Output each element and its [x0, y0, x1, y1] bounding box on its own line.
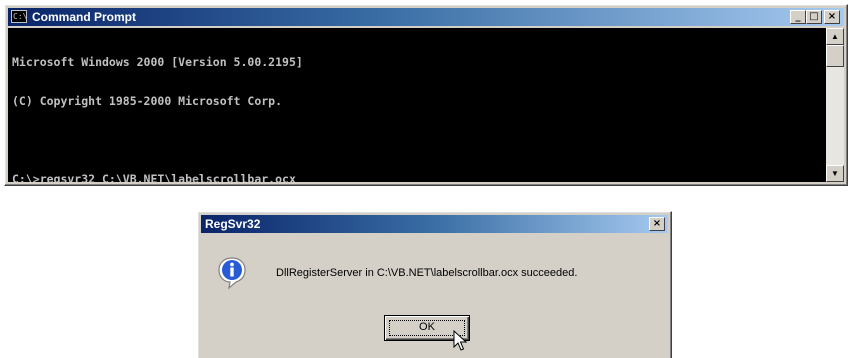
- dialog-message: DllRegisterServer in C:\VB.NET\labelscro…: [276, 267, 578, 279]
- scroll-down-button[interactable]: ▼: [826, 165, 844, 182]
- command-prompt-window: C:\ Command Prompt _ □ × Microsoft Windo…: [4, 4, 848, 186]
- dialog-title: RegSvr32: [205, 217, 261, 231]
- regsvr32-dialog: RegSvr32 × DllRegisterServer in C:\VB.NE…: [197, 211, 672, 358]
- console-line: (C) Copyright 1985-2000 Microsoft Corp.: [12, 94, 283, 108]
- scroll-up-button[interactable]: ▲: [826, 28, 844, 45]
- information-icon: [218, 257, 246, 290]
- cmd-title-bar[interactable]: C:\ Command Prompt _ □ ×: [8, 8, 844, 26]
- console-line: Microsoft Windows 2000 [Version 5.00.219…: [12, 55, 303, 69]
- cmd-window-title: Command Prompt: [32, 10, 137, 24]
- console-output[interactable]: Microsoft Windows 2000 [Version 5.00.219…: [8, 28, 826, 182]
- arrow-pointer-icon: [453, 330, 468, 351]
- console-line: C:\>regsvr32 C:\VB.NET\labelscrollbar.oc…: [12, 172, 296, 183]
- dialog-title-bar[interactable]: RegSvr32 ×: [201, 215, 668, 233]
- maximize-button[interactable]: □: [806, 10, 822, 24]
- scroll-thumb[interactable]: [826, 45, 844, 67]
- minimize-button[interactable]: _: [790, 10, 806, 24]
- close-button[interactable]: ×: [824, 10, 840, 24]
- console-icon[interactable]: C:\: [11, 10, 27, 23]
- ok-button-label: OK: [419, 321, 435, 333]
- dialog-close-button[interactable]: ×: [649, 217, 665, 231]
- vertical-scrollbar[interactable]: ▲ ▼: [826, 28, 844, 182]
